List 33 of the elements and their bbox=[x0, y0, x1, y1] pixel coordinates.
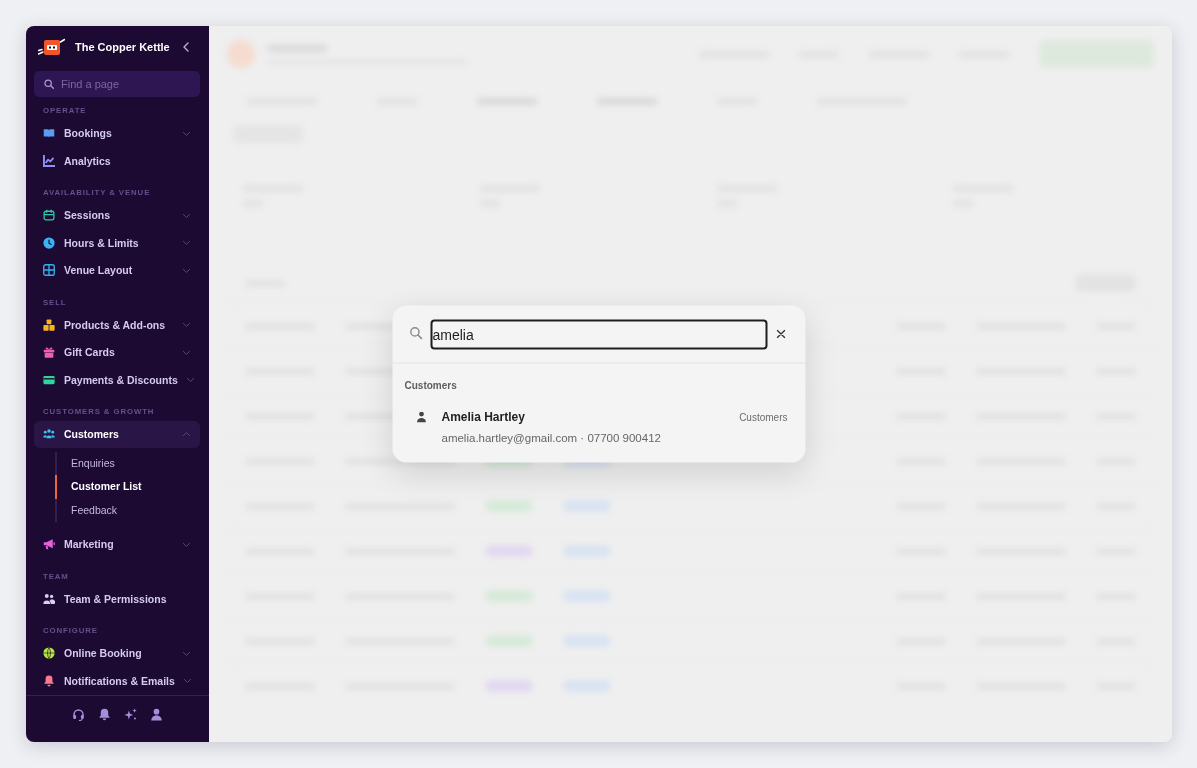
brand-logo-icon bbox=[38, 37, 65, 57]
brand-name: The Copper Kettle bbox=[75, 41, 170, 53]
nav-item[interactable]: Bookings bbox=[34, 119, 200, 147]
search-icon bbox=[44, 79, 54, 89]
nav-item[interactable]: Hours & Limits bbox=[34, 229, 200, 257]
user-icon bbox=[416, 411, 427, 423]
nav-item[interactable]: Customers bbox=[34, 420, 200, 448]
nav-item[interactable]: Analytics bbox=[34, 147, 200, 175]
nav-item[interactable]: Team & Permissions bbox=[34, 585, 200, 613]
nav-item[interactable]: Products & Add-ons bbox=[34, 311, 200, 339]
search-input[interactable]: amelia bbox=[430, 319, 768, 349]
close-icon[interactable] bbox=[776, 329, 786, 339]
result-group-label: Customers bbox=[404, 379, 457, 392]
search-icon bbox=[409, 326, 423, 340]
nav-item[interactable]: Venue Layout bbox=[34, 256, 200, 284]
result-name[interactable]: Amelia Hartley bbox=[441, 409, 525, 424]
nav-item[interactable]: Marketing bbox=[34, 530, 200, 558]
nav-item[interactable]: Gift Cards bbox=[34, 338, 200, 366]
nav-item[interactable]: Notifications & Emails bbox=[34, 667, 200, 695]
chevron-left-icon[interactable] bbox=[183, 42, 189, 52]
nav-subitem[interactable]: Enquiries bbox=[55, 451, 200, 475]
nav-item[interactable]: Online Booking bbox=[34, 639, 200, 667]
result-detail: amelia.hartley@gmail.com · 07700 900412 bbox=[441, 430, 661, 446]
headset-icon[interactable] bbox=[72, 707, 85, 721]
nav-subitem[interactable]: Feedback bbox=[55, 498, 200, 522]
nav-item[interactable]: Sessions bbox=[34, 201, 200, 229]
user-icon[interactable] bbox=[150, 707, 163, 721]
nav-item[interactable]: Payments & Discounts bbox=[34, 366, 200, 394]
sparkles-icon[interactable] bbox=[124, 707, 137, 721]
result-category: Customers bbox=[739, 411, 788, 422]
search-field[interactable]: Find a page bbox=[34, 71, 200, 97]
bell-icon[interactable] bbox=[98, 707, 111, 721]
nav-subitem[interactable]: Customer List bbox=[55, 475, 200, 499]
